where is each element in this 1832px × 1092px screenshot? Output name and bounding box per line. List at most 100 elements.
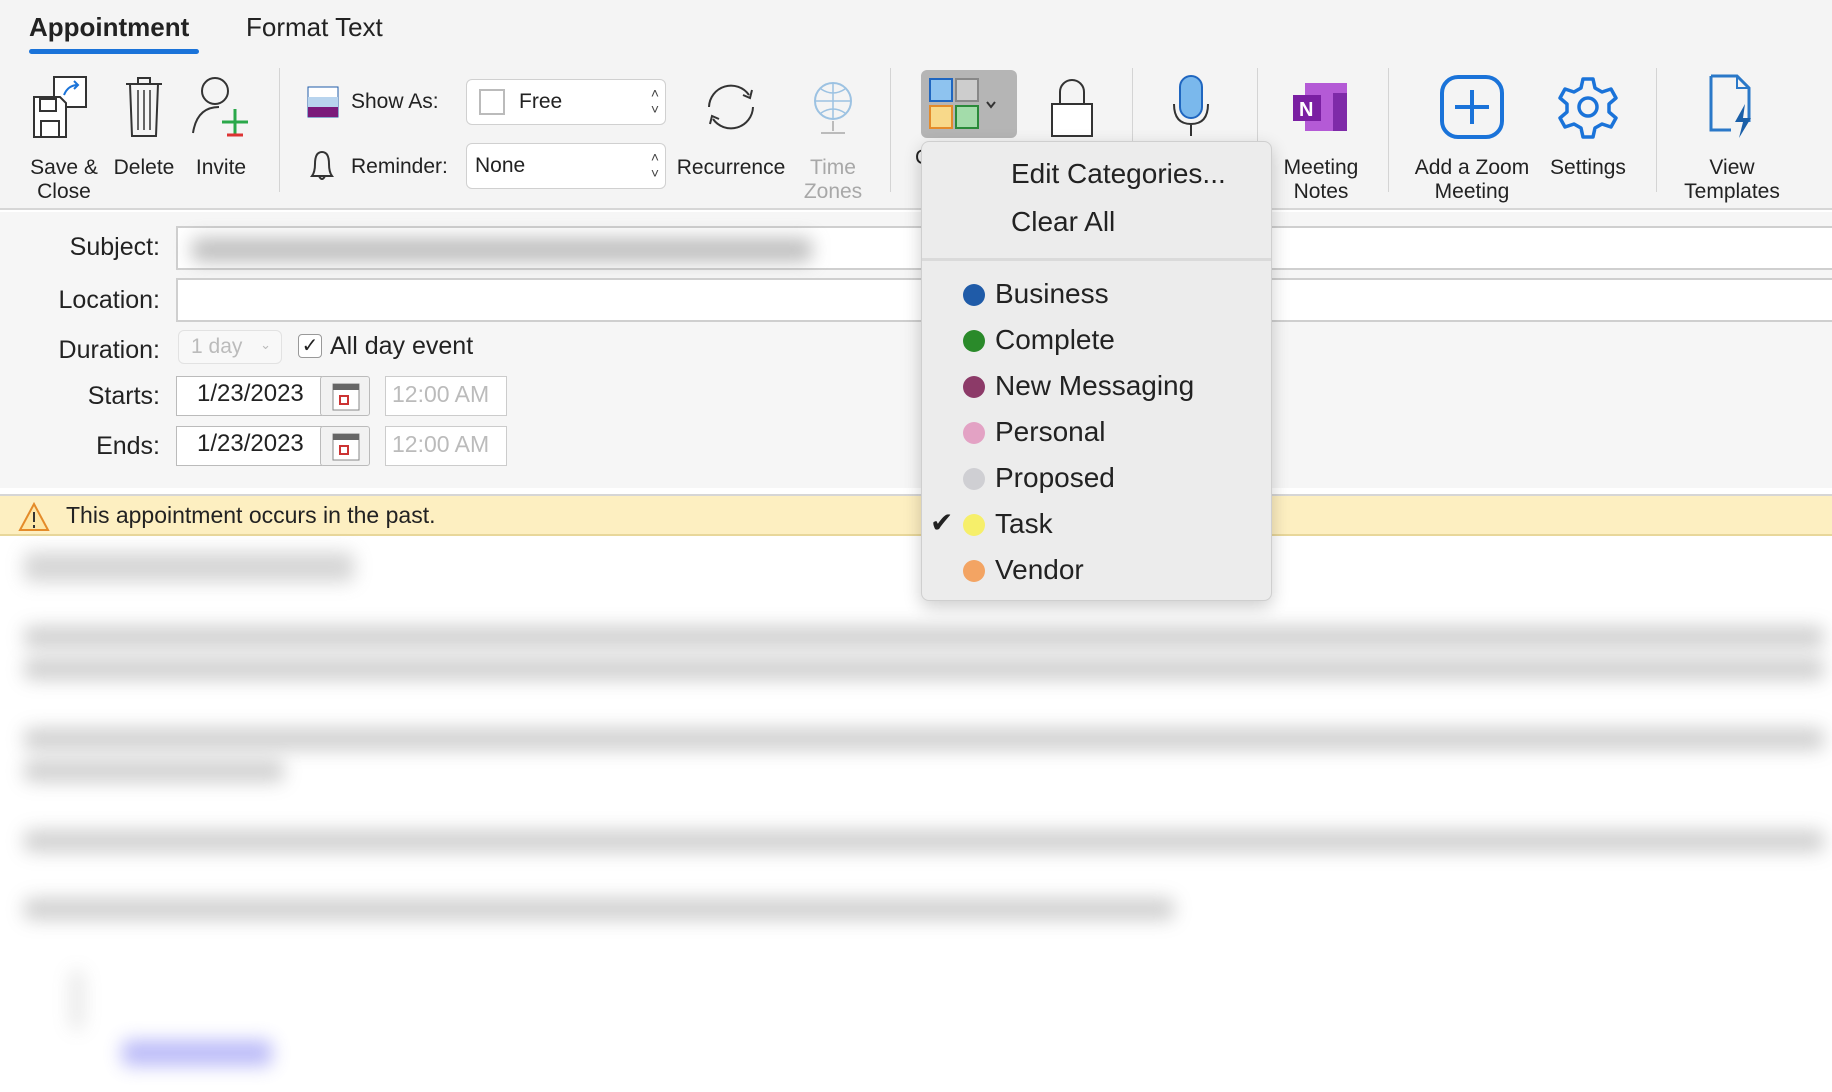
blurred-subject-text <box>192 238 812 262</box>
meeting-notes-label: Meeting Notes <box>1283 156 1359 203</box>
start-calendar-button[interactable] <box>320 376 370 416</box>
save-close-button[interactable]: Save & Close <box>22 72 106 204</box>
show-as-label: Show As: <box>351 90 439 113</box>
invite-label: Invite <box>195 156 247 179</box>
end-date-input[interactable]: 1/23/2023 <box>176 426 322 466</box>
reminder-select[interactable]: None ˄ ˅ <box>466 143 666 189</box>
onenote-icon: N <box>1271 72 1371 142</box>
category-item-personal[interactable]: Personal <box>922 410 1271 454</box>
stepper-arrows-icon: ˄ ˅ <box>650 85 659 117</box>
stepper-arrows-icon: ˄ ˅ <box>650 149 659 181</box>
delete-label: Delete <box>113 156 175 179</box>
category-color-dot-icon <box>963 330 985 352</box>
meeting-notes-button[interactable]: N Meeting Notes <box>1271 72 1371 204</box>
time-zones-label: Time Zones <box>803 156 863 203</box>
category-label: Task <box>995 508 1053 539</box>
appointment-form: Subject: Location: Duration: 1 day ⌄ ✓ Al… <box>0 212 1832 488</box>
divider <box>279 68 280 192</box>
add-zoom-meeting-button[interactable]: Add a Zoom Meeting <box>1406 72 1538 204</box>
free-swatch <box>479 89 505 115</box>
all-day-checkbox[interactable]: ✓ <box>298 334 322 358</box>
microphone-icon <box>1173 75 1209 136</box>
category-item-task[interactable]: ✔ Task <box>922 502 1271 546</box>
calendar-icon <box>332 433 360 461</box>
category-color-dot-icon <box>963 376 985 398</box>
gear-icon <box>1542 72 1634 142</box>
duration-label: Duration: <box>58 336 160 364</box>
trash-icon <box>108 72 180 142</box>
all-day-label: All day event <box>330 332 474 360</box>
settings-label: Settings <box>1550 156 1626 179</box>
tab-format-text[interactable]: Format Text <box>246 12 383 43</box>
recurrence-label: Recurrence <box>676 156 786 179</box>
bell-icon <box>307 148 337 189</box>
ends-label: Ends: <box>96 432 160 460</box>
category-label: New Messaging <box>995 370 1195 401</box>
divider <box>1388 68 1389 192</box>
show-as-select[interactable]: Free ˄ ˅ <box>466 79 666 125</box>
category-color-dot-icon <box>963 284 985 306</box>
show-as-value: Free <box>519 90 563 113</box>
category-item-new-messaging[interactable]: New Messaging <box>922 364 1271 408</box>
invite-button[interactable]: Invite <box>186 72 256 180</box>
category-color-dot-icon <box>963 560 985 582</box>
category-label: Business <box>995 278 1109 309</box>
active-tab-indicator <box>29 49 199 54</box>
view-templates-label: View Templates <box>1684 156 1780 203</box>
categorize-button[interactable] <box>921 70 1017 138</box>
reminder-value: None <box>475 154 526 177</box>
save-close-label: Save & Close <box>30 156 98 203</box>
recurrence-icon <box>670 72 792 142</box>
category-label: Complete <box>995 324 1115 355</box>
category-item-vendor[interactable]: Vendor <box>922 548 1271 592</box>
add-zoom-label: Add a Zoom Meeting <box>1414 156 1530 203</box>
divider <box>1656 68 1657 192</box>
divider <box>890 68 891 192</box>
category-item-complete[interactable]: Complete <box>922 318 1271 362</box>
tab-appointment[interactable]: Appointment <box>29 12 189 43</box>
duration-value: 1 day <box>191 335 243 358</box>
ribbon: Appointment Format Text Save & Close Del… <box>0 0 1832 210</box>
recurrence-button[interactable]: Recurrence <box>670 72 792 180</box>
private-lock-button[interactable] <box>1050 78 1094 143</box>
start-date-input[interactable]: 1/23/2023 <box>176 376 322 416</box>
calendar-icon <box>332 383 360 411</box>
banner-text: This appointment occurs in the past. <box>66 502 436 528</box>
duration-select[interactable]: 1 day ⌄ <box>178 330 282 364</box>
view-templates-button[interactable]: View Templates <box>1672 72 1792 204</box>
menu-separator <box>922 258 1271 261</box>
settings-button[interactable]: Settings <box>1542 72 1634 180</box>
svg-text:N: N <box>1299 99 1313 121</box>
category-label: Vendor <box>995 554 1084 585</box>
past-appointment-banner: This appointment occurs in the past. <box>0 494 1832 536</box>
edit-categories-item[interactable]: Edit Categories... <box>1011 158 1226 190</box>
starts-label: Starts: <box>87 382 160 410</box>
category-color-dot-icon <box>963 468 985 490</box>
category-label: Proposed <box>995 462 1115 493</box>
end-time-input[interactable]: 12:00 AM <box>385 426 507 466</box>
globe-icon <box>795 72 871 142</box>
show-as-icon <box>307 86 339 118</box>
reminder-label: Reminder: <box>351 155 448 178</box>
templates-icon <box>1672 72 1792 142</box>
categories-icon <box>929 78 996 129</box>
chevron-down-icon: ⌄ <box>260 337 271 352</box>
category-color-dot-icon <box>963 422 985 444</box>
category-item-business[interactable]: Business <box>922 272 1271 316</box>
start-time-input[interactable]: 12:00 AM <box>385 376 507 416</box>
categorize-dropdown-menu: Edit Categories... Clear All Business Com… <box>921 141 1272 601</box>
clear-all-item[interactable]: Clear All <box>1011 206 1115 238</box>
time-zones-button[interactable]: Time Zones <box>795 72 871 204</box>
dictate-button[interactable] <box>1172 74 1212 143</box>
save-close-icon <box>22 72 106 142</box>
checkmark-icon: ✔ <box>930 507 954 538</box>
location-label: Location: <box>58 286 160 314</box>
lock-icon <box>1051 79 1093 137</box>
category-item-proposed[interactable]: Proposed <box>922 456 1271 500</box>
subject-label: Subject: <box>69 233 160 261</box>
end-calendar-button[interactable] <box>320 426 370 466</box>
add-zoom-plus-icon <box>1406 72 1538 142</box>
warning-icon <box>18 502 50 531</box>
delete-button[interactable]: Delete <box>108 72 180 180</box>
category-label: Personal <box>995 416 1106 447</box>
